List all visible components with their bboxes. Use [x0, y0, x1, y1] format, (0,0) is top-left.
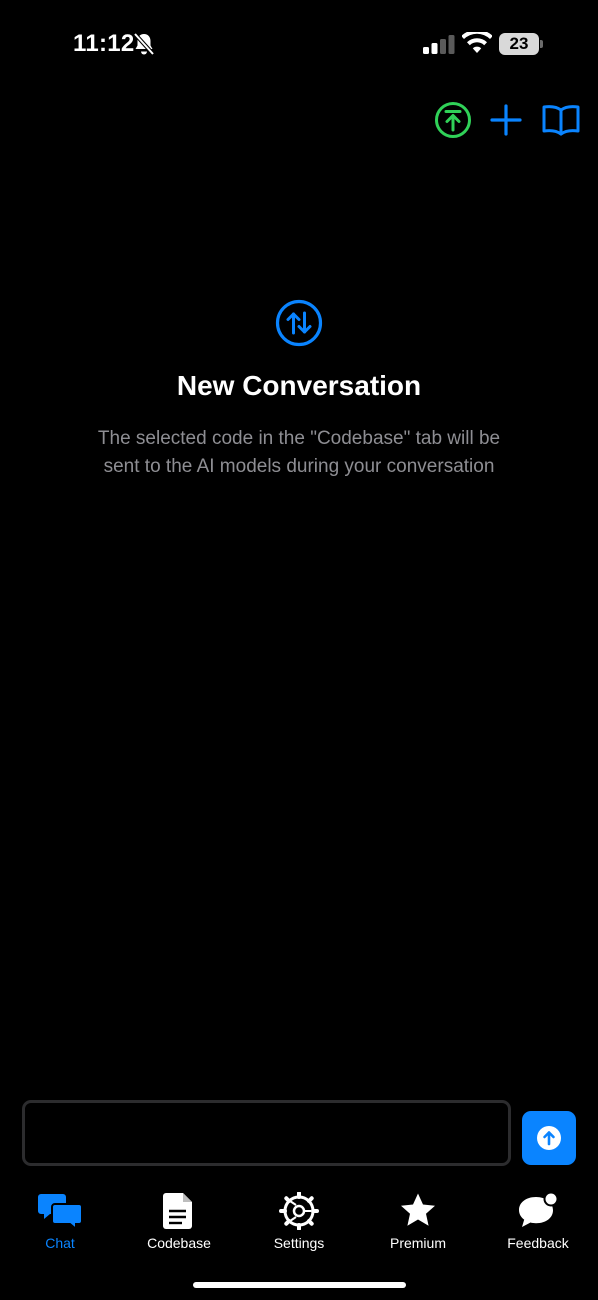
empty-state-title: New Conversation: [176, 370, 422, 401]
empty-state-description: The selected code in the "Codebase" tab …: [97, 428, 501, 477]
export-icon: [435, 102, 471, 138]
library-button[interactable]: [540, 100, 582, 140]
export-button[interactable]: [433, 100, 473, 140]
message-input[interactable]: [22, 1100, 511, 1166]
home-indicator: [193, 1282, 406, 1288]
status-time: 11:12: [73, 30, 135, 57]
arrows-up-down-circle-icon: [275, 299, 323, 347]
cellular-signal-icon: [423, 34, 455, 54]
arrow-up-circle-icon: [537, 1126, 561, 1150]
tab-bar: Chat Codebase Settings Premium Feedback: [0, 1188, 598, 1258]
tab-chat[interactable]: Chat: [5, 1188, 115, 1254]
chat-bubbles-icon: [37, 1192, 83, 1232]
tab-feedback[interactable]: Feedback: [483, 1188, 593, 1254]
plus-icon: [490, 104, 522, 136]
send-button[interactable]: [522, 1111, 576, 1165]
battery-level: 23: [509, 34, 529, 53]
tab-codebase[interactable]: Codebase: [124, 1188, 234, 1254]
wifi-icon: [461, 29, 493, 54]
tab-label: Codebase: [147, 1235, 211, 1251]
battery-icon: 23: [499, 33, 545, 55]
tab-label: Feedback: [507, 1235, 569, 1251]
bell-slash-icon: [133, 32, 155, 56]
book-icon: [542, 105, 580, 136]
tab-premium[interactable]: Premium: [363, 1188, 473, 1254]
feedback-bubble-icon: [515, 1191, 561, 1230]
tab-label: Settings: [273, 1235, 325, 1251]
star-icon: [395, 1192, 441, 1230]
status-bar: 11:12 23: [0, 0, 598, 90]
new-conversation-button[interactable]: [486, 100, 526, 140]
tab-label: Premium: [389, 1235, 446, 1251]
tab-settings[interactable]: Settings: [244, 1188, 354, 1254]
tab-label: Chat: [45, 1235, 75, 1251]
gear-icon: [276, 1191, 322, 1231]
document-icon: [156, 1192, 202, 1230]
